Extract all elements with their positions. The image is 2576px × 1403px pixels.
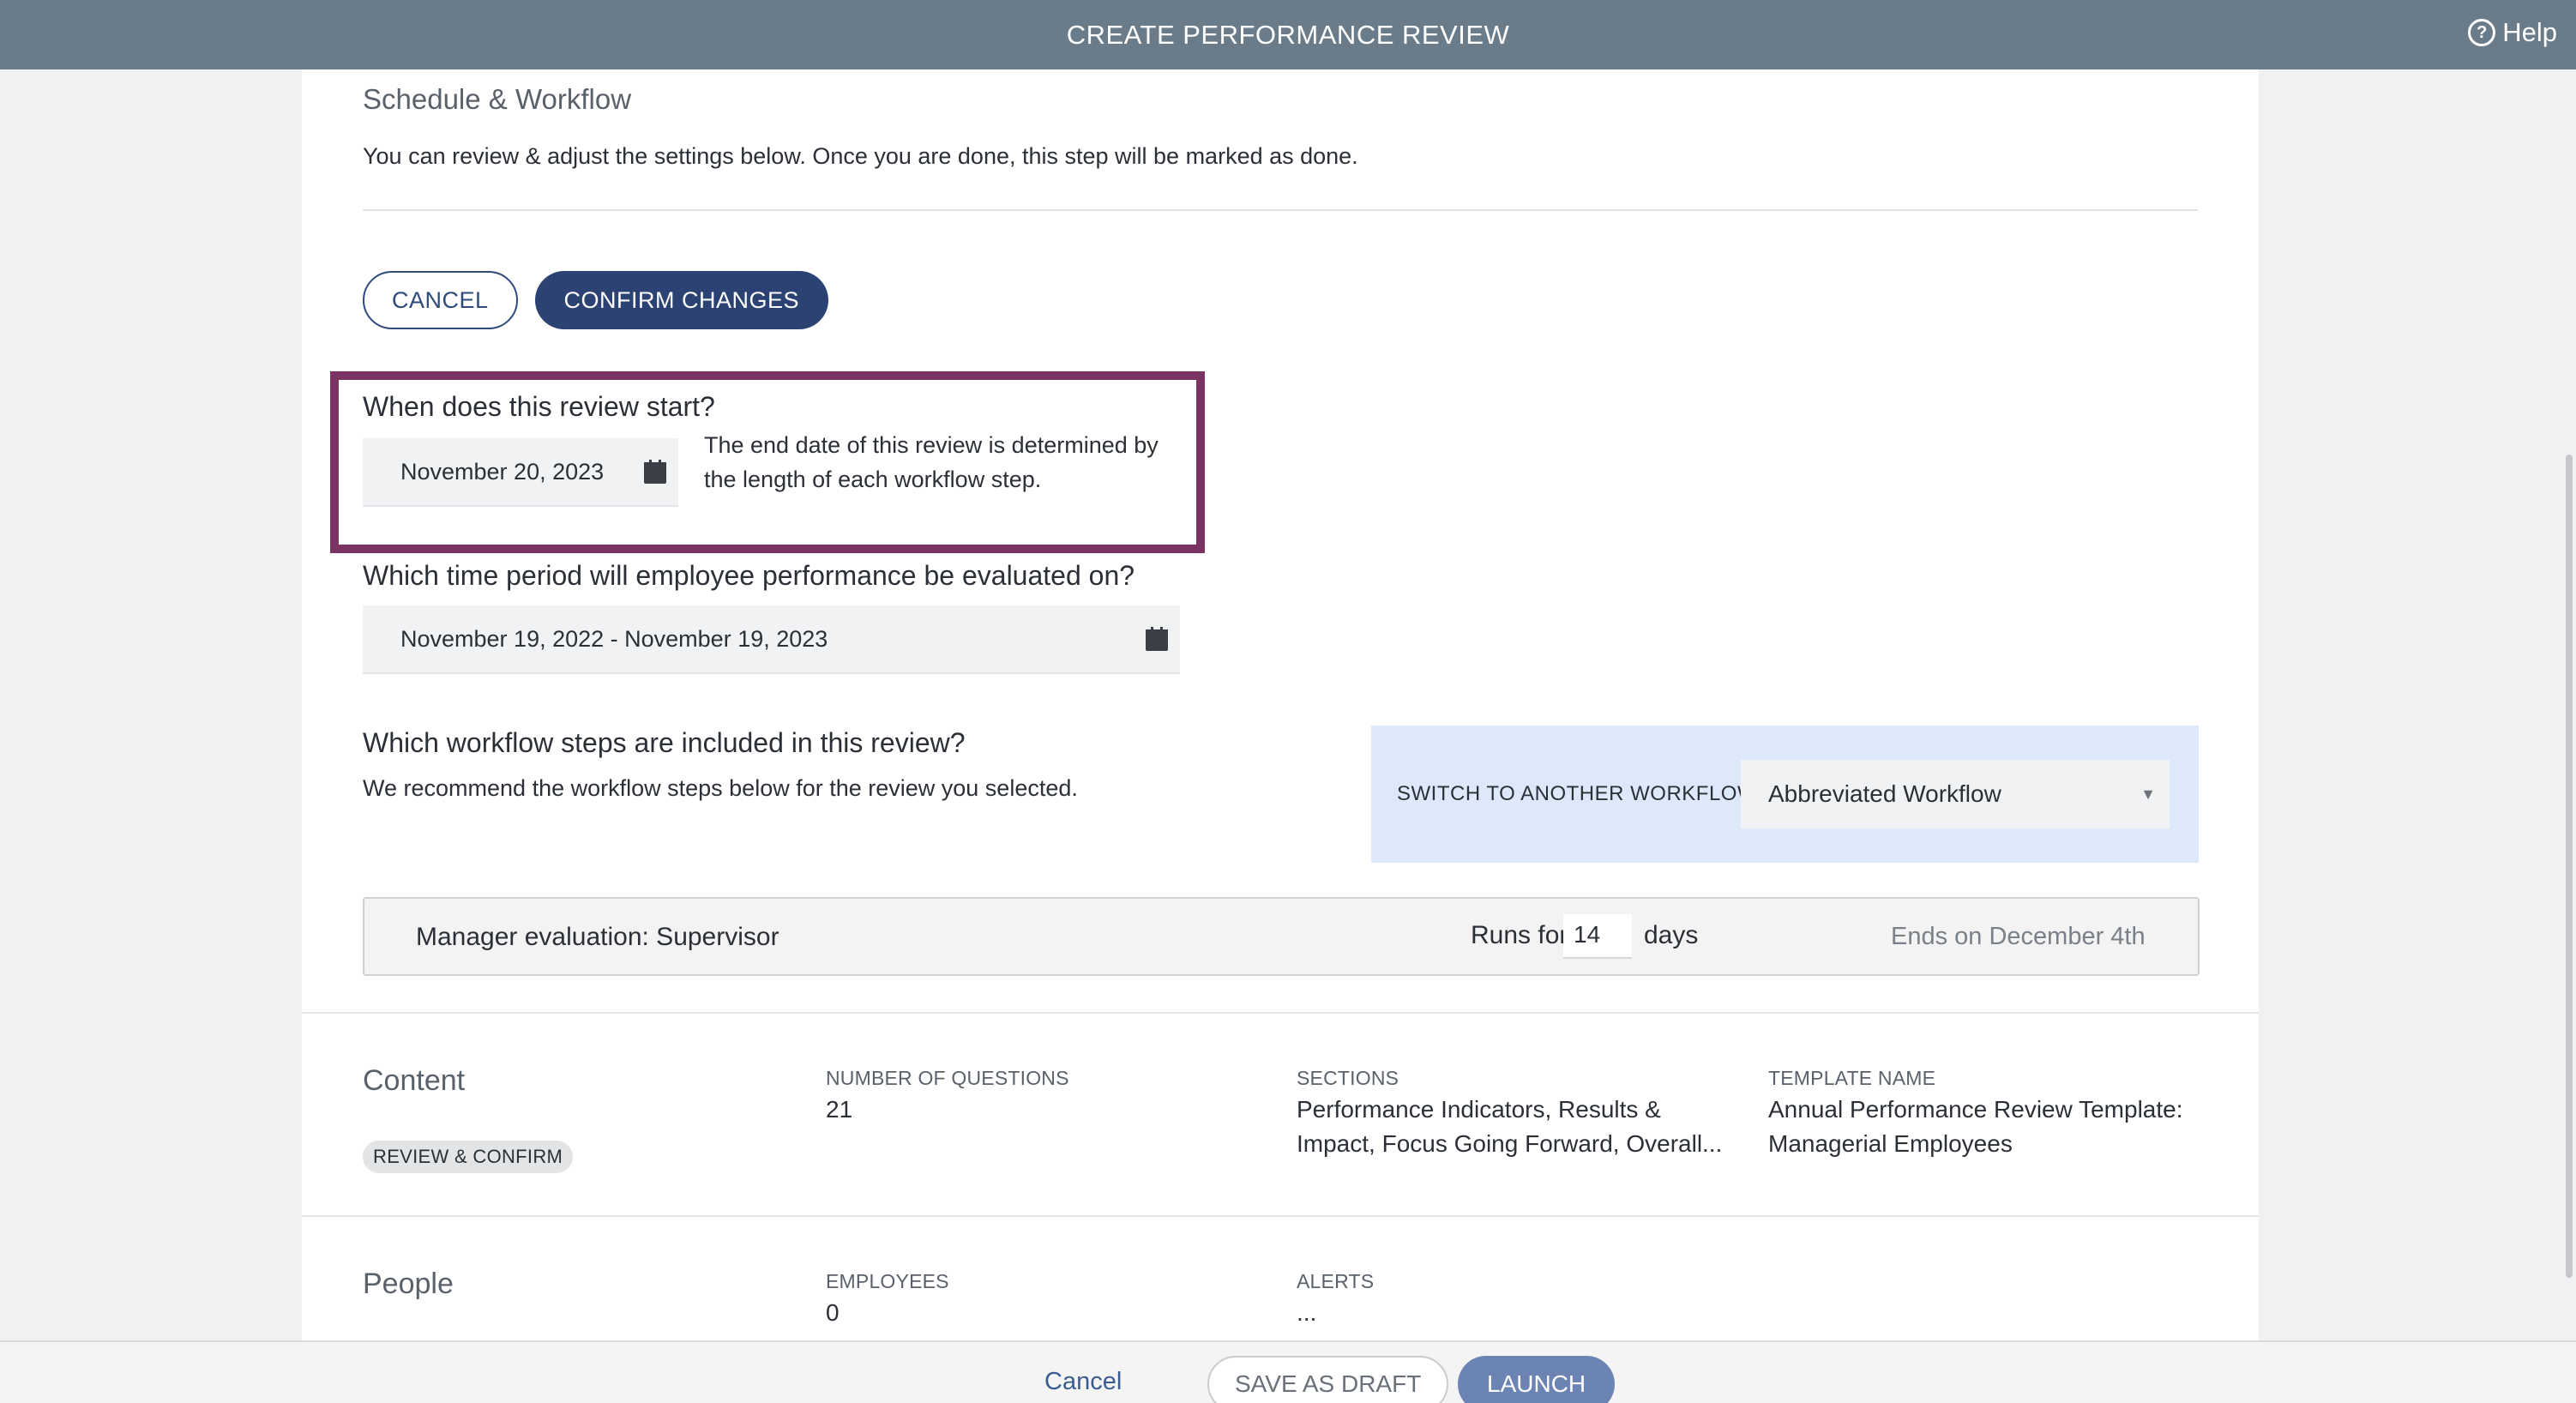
cancel-button[interactable]: CANCEL [363,271,518,329]
page-title: CREATE PERFORMANCE REVIEW [1066,19,1510,50]
alerts-value: ... [1297,1299,1317,1326]
footer-bar: Cancel SAVE AS DRAFT LAUNCH [0,1340,2576,1403]
divider [363,209,2198,211]
intro-text: You can review & adjust the settings bel… [363,143,1358,169]
save-as-draft-button[interactable]: SAVE AS DRAFT [1207,1356,1449,1403]
employees-label: EMPLOYEES [826,1270,949,1292]
workflow-step-row: Manager evaluation: Supervisor Runs for … [363,897,2200,976]
top-bar: CREATE PERFORMANCE REVIEW ? Help [0,0,2576,69]
runs-for-label: Runs for [1471,921,1568,949]
scrollbar[interactable] [2566,455,2573,1278]
section-divider [302,1012,2259,1014]
period-value: November 19, 2022 - November 19, 2023 [400,625,828,652]
caret-down-icon: ▼ [2140,785,2156,803]
start-date-value: November 20, 2023 [400,458,605,485]
review-confirm-badge[interactable]: REVIEW & CONFIRM [363,1141,574,1173]
section-divider [302,1215,2259,1217]
review-card: Schedule & Workflow You can review & adj… [302,69,2259,1340]
launch-button[interactable]: LAUNCH [1458,1356,1616,1403]
template-name-value: Annual Performance Review Template: Mana… [1768,1096,2183,1157]
action-buttons: CANCEL CONFIRM CHANGES [363,271,829,329]
alerts-label: ALERTS [1297,1270,1375,1292]
switch-workflow-panel: SWITCH TO ANOTHER WORKFLOW Abbreviated W… [1371,726,2199,863]
sections-value: Performance Indicators, Results & Impact… [1297,1096,1723,1157]
days-label: days [1644,921,1699,949]
template-name-label: TEMPLATE NAME [1768,1067,1936,1089]
calendar-icon[interactable] [1146,627,1168,651]
footer-cancel-link[interactable]: Cancel [1044,1368,1122,1396]
end-date-hint: The end date of this review is determine… [704,432,1159,492]
people-title: People [363,1268,454,1300]
help-label: Help [2502,17,2557,47]
step-ends-on: Ends on December 4th [1891,923,2146,950]
period-question-label: Which time period will employee performa… [363,560,1135,591]
start-question-label: When does this review start? [363,391,715,422]
num-questions-label: NUMBER OF QUESTIONS [826,1067,1069,1089]
switch-workflow-label: SWITCH TO ANOTHER WORKFLOW [1397,782,1758,805]
content-title: Content [363,1064,466,1097]
workflow-select[interactable]: Abbreviated Workflow ▼ [1741,760,2170,828]
step-name: Manager evaluation: Supervisor [416,923,779,951]
period-date-field[interactable]: November 19, 2022 - November 19, 2023 [363,605,1180,674]
help-circle-icon: ? [2468,19,2496,46]
confirm-changes-button[interactable]: CONFIRM CHANGES [534,271,829,329]
workflow-select-value: Abbreviated Workflow [1768,780,2001,807]
workflow-note: We recommend the workflow steps below fo… [363,775,1078,801]
calendar-icon[interactable] [644,460,666,484]
help-link[interactable]: ? Help [2468,17,2557,48]
start-date-field[interactable]: November 20, 2023 [363,438,678,507]
sections-label: SECTIONS [1297,1067,1399,1089]
employees-value: 0 [826,1299,840,1326]
num-questions-value: 21 [826,1096,853,1123]
step-days-input[interactable]: 14 [1563,914,1632,959]
section-title: Schedule & Workflow [363,83,632,115]
workflow-question-label: Which workflow steps are included in thi… [363,727,966,758]
